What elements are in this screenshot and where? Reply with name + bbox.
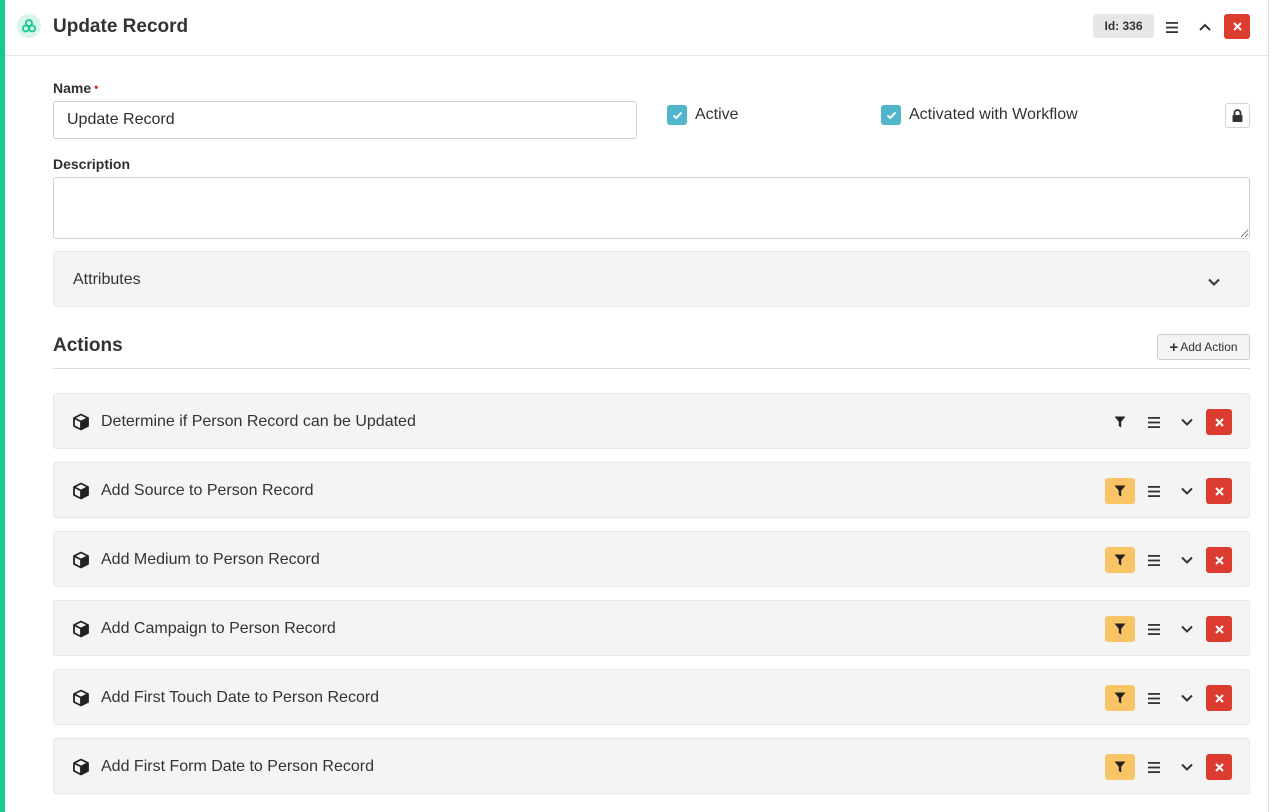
list-icon[interactable] (1161, 16, 1183, 38)
chevron-down-icon[interactable] (1176, 618, 1198, 640)
filter-button[interactable] (1105, 547, 1135, 573)
panel-border (1268, 0, 1269, 812)
action-row[interactable]: Add First Form Date to Person Record (53, 738, 1250, 794)
description-input[interactable] (53, 177, 1250, 239)
required-mark: • (94, 80, 99, 94)
chevron-down-icon[interactable] (1176, 687, 1198, 709)
action-row[interactable]: Add Source to Person Record (53, 462, 1250, 518)
filter-icon (1114, 692, 1126, 704)
delete-action-button[interactable] (1206, 754, 1232, 780)
close-icon (1214, 417, 1224, 427)
list-icon[interactable] (1143, 480, 1165, 502)
close-icon (1214, 762, 1224, 772)
id-badge: Id: 336 (1093, 14, 1154, 38)
action-row[interactable]: Add Campaign to Person Record (53, 600, 1250, 656)
lock-icon (1232, 109, 1243, 122)
list-icon[interactable] (1143, 618, 1165, 640)
active-label: Active (695, 106, 739, 123)
filter-icon (1114, 761, 1126, 773)
cube-icon (72, 620, 90, 638)
attributes-section[interactable]: Attributes (53, 251, 1250, 307)
action-label: Determine if Person Record can be Update… (101, 413, 416, 430)
filter-icon (1114, 554, 1126, 566)
description-label: Description (53, 156, 131, 172)
chevron-down-icon[interactable] (1176, 411, 1198, 433)
attributes-label: Attributes (73, 271, 141, 288)
filter-icon (1114, 485, 1126, 497)
action-label: Add Campaign to Person Record (101, 620, 336, 637)
chevron-down-icon[interactable] (1176, 480, 1198, 502)
plus-icon: + (1169, 338, 1179, 356)
action-row[interactable]: Add Medium to Person Record (53, 531, 1250, 587)
checkbox-checked[interactable] (667, 105, 687, 125)
close-icon (1232, 22, 1242, 31)
filter-icon (1114, 623, 1126, 635)
action-row[interactable]: Add First Touch Date to Person Record (53, 669, 1250, 725)
list-icon[interactable] (1143, 411, 1165, 433)
close-icon (1214, 555, 1224, 565)
delete-action-button[interactable] (1206, 409, 1232, 435)
chevron-down-icon[interactable] (1208, 273, 1220, 291)
cube-icon (72, 551, 90, 569)
delete-action-button[interactable] (1206, 547, 1232, 573)
list-icon[interactable] (1143, 549, 1165, 571)
cube-icon (72, 413, 90, 431)
close-button[interactable] (1224, 14, 1250, 39)
delete-action-button[interactable] (1206, 616, 1232, 642)
chevron-down-icon[interactable] (1176, 549, 1198, 571)
name-input[interactable] (53, 101, 637, 139)
cube-icon (72, 689, 90, 707)
filter-button[interactable] (1105, 754, 1135, 780)
list-icon[interactable] (1143, 687, 1165, 709)
cube-icon (72, 758, 90, 776)
divider (53, 368, 1250, 369)
activated-with-workflow-label: Activated with Workflow (909, 106, 1078, 123)
workflow-logo-icon (17, 14, 41, 38)
close-icon (1214, 693, 1224, 703)
page-title: Update Record (53, 16, 189, 37)
delete-action-button[interactable] (1206, 685, 1232, 711)
lock-button[interactable] (1225, 103, 1250, 128)
filter-button[interactable] (1105, 409, 1135, 435)
action-label: Add Medium to Person Record (101, 551, 320, 568)
accent-bar (0, 0, 5, 812)
chevron-up-icon[interactable] (1194, 16, 1216, 38)
action-label: Add First Form Date to Person Record (101, 758, 374, 775)
name-label: Name • (53, 80, 99, 96)
active-checkbox[interactable]: Active (667, 105, 739, 125)
action-label: Add Source to Person Record (101, 482, 314, 499)
delete-action-button[interactable] (1206, 478, 1232, 504)
filter-button[interactable] (1105, 616, 1135, 642)
filter-button[interactable] (1105, 685, 1135, 711)
add-action-button[interactable]: + Add Action (1157, 334, 1250, 360)
cube-icon (72, 482, 90, 500)
actions-title: Actions (53, 335, 123, 356)
close-icon (1214, 624, 1224, 634)
filter-icon (1114, 416, 1126, 428)
filter-button[interactable] (1105, 478, 1135, 504)
panel-header: Update Record Id: 336 (5, 0, 1268, 56)
list-icon[interactable] (1143, 756, 1165, 778)
close-icon (1214, 486, 1224, 496)
chevron-down-icon[interactable] (1176, 756, 1198, 778)
action-label: Add First Touch Date to Person Record (101, 689, 380, 706)
action-row[interactable]: Determine if Person Record can be Update… (53, 393, 1250, 449)
checkbox-checked[interactable] (881, 105, 901, 125)
activated-with-workflow-checkbox[interactable]: Activated with Workflow (881, 105, 1078, 125)
